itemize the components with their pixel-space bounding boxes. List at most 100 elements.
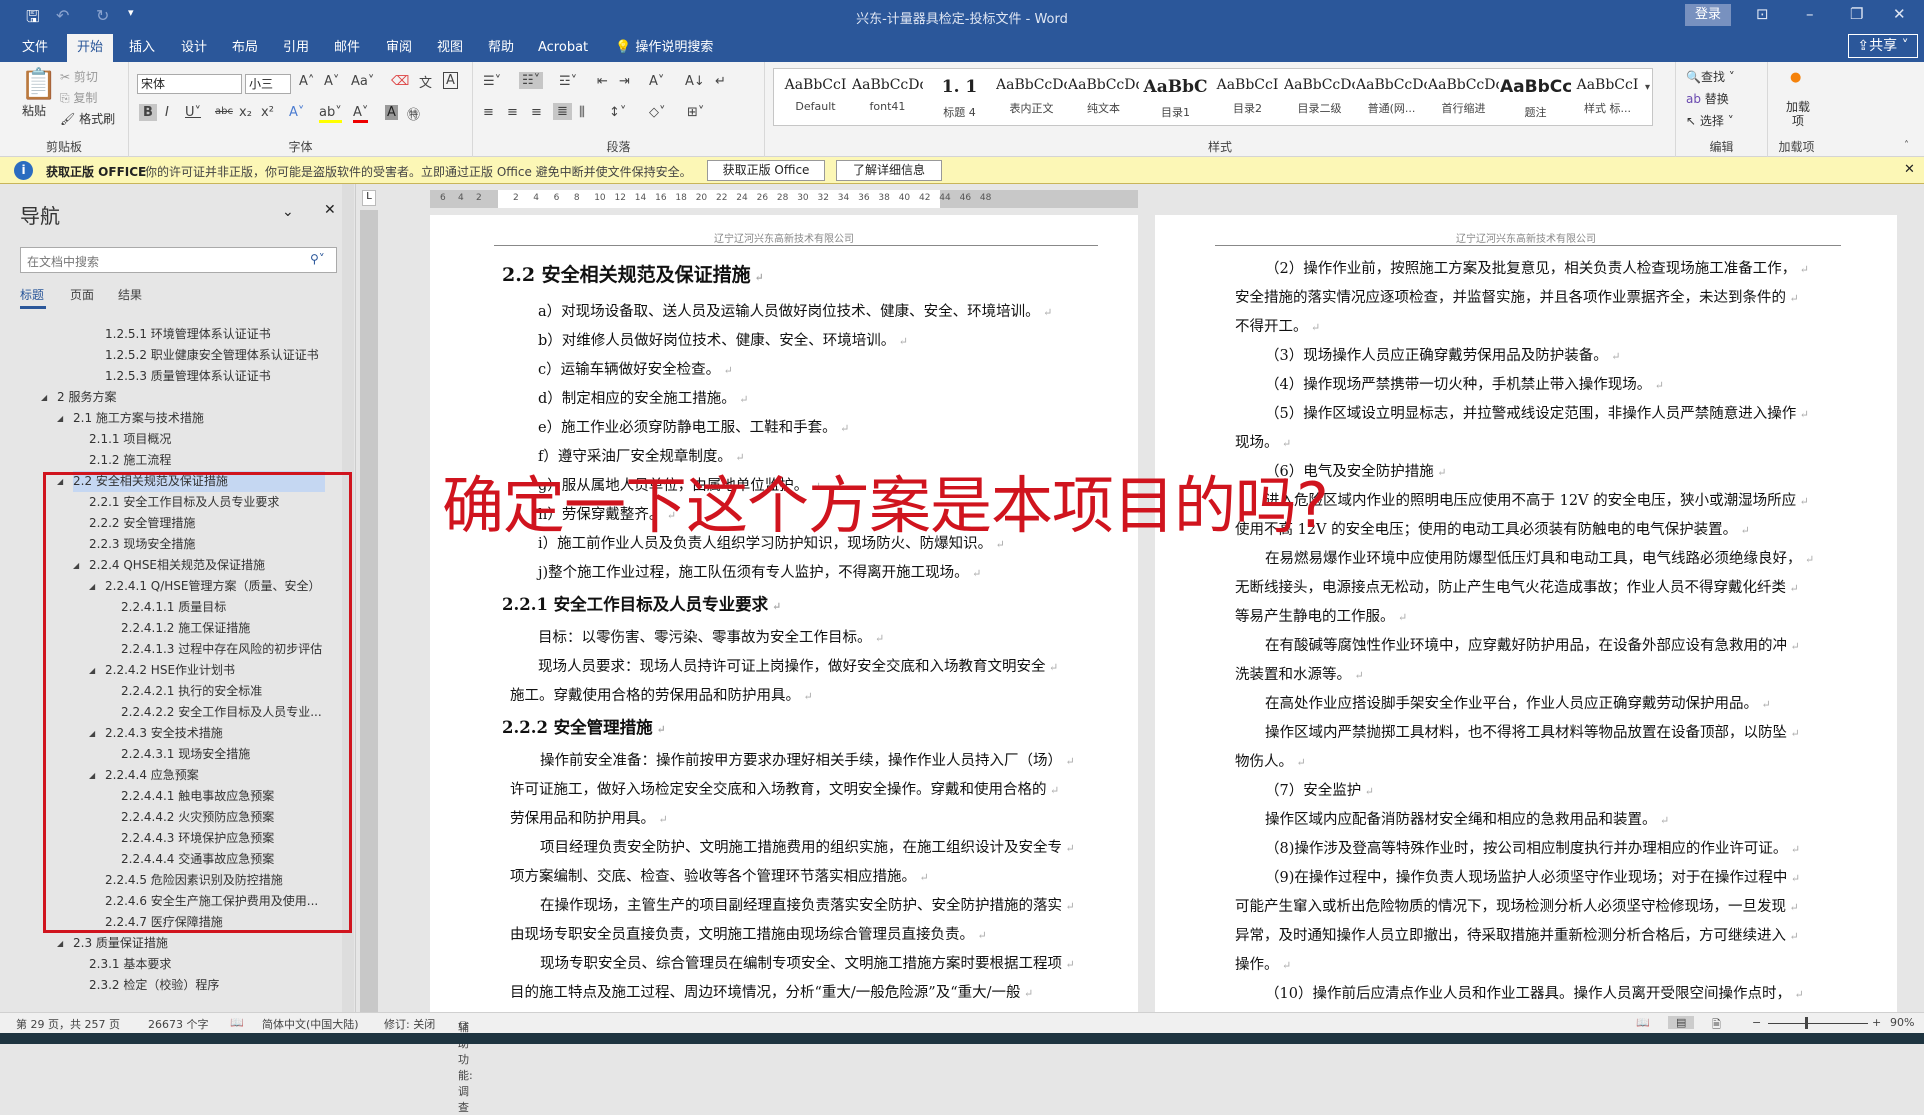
italic-icon[interactable]: I xyxy=(165,105,169,120)
tell-me-search[interactable]: 💡 操作说明搜索 xyxy=(605,34,723,62)
zoom-level[interactable]: 90% xyxy=(1890,1016,1914,1029)
expand-triangle-icon[interactable]: ◢ xyxy=(57,933,63,954)
phonetic-guide-icon[interactable]: 文 xyxy=(419,72,432,91)
style-item[interactable]: AaBbCcI Default xyxy=(780,69,851,125)
restore-icon[interactable]: ❐ xyxy=(1850,5,1863,23)
tab-view[interactable]: 视图 xyxy=(427,34,473,62)
char-border-icon[interactable]: A xyxy=(443,72,458,89)
zoom-out-icon[interactable]: − xyxy=(1752,1016,1761,1029)
nav-heading-item[interactable]: 2.3.1 基本要求 xyxy=(89,954,171,975)
text-effects-icon[interactable]: A˅ xyxy=(289,105,304,120)
style-item[interactable]: AaBbCcDdI 表内正文 xyxy=(996,69,1067,125)
document-scrollbar[interactable] xyxy=(1897,210,1924,1012)
clear-format-icon[interactable]: ⌫ xyxy=(391,74,409,89)
tab-insert[interactable]: 插入 xyxy=(119,34,165,62)
expand-triangle-icon[interactable]: ◢ xyxy=(41,387,47,408)
font-name-combo[interactable]: 宋体 xyxy=(137,74,242,94)
close-icon[interactable]: ✕ xyxy=(1893,5,1906,23)
tab-references[interactable]: 引用 xyxy=(273,34,319,62)
line-spacing-icon[interactable]: ↕˅ xyxy=(609,105,626,120)
tab-home[interactable]: 开始 xyxy=(67,34,114,62)
style-item[interactable]: AaBbCcDdI font41 xyxy=(852,69,923,125)
nav-close-icon[interactable]: ✕ xyxy=(324,202,336,218)
nav-heading-item[interactable]: ◢ 2 服务方案 xyxy=(41,387,116,408)
subscript-icon[interactable]: x₂ xyxy=(239,105,252,120)
tab-file[interactable]: 文件 xyxy=(12,34,58,62)
minimize-icon[interactable]: – xyxy=(1806,5,1814,23)
enclose-char-icon[interactable]: ㊕ xyxy=(407,104,420,123)
page-left-body[interactable]: 2.2 安全相关规范及保证措施 ↵ a）对现场设备取、送人员及运输人员做好岗位技术… xyxy=(502,255,1075,1012)
underline-icon[interactable]: U˅ xyxy=(185,105,201,120)
tab-layout[interactable]: 布局 xyxy=(222,34,268,62)
nav-tab-headings[interactable]: 标题 xyxy=(20,286,44,303)
share-button[interactable]: ⇪共享 ˅ xyxy=(1848,34,1918,58)
style-item[interactable]: AaBbCcI 样式 标... xyxy=(1572,69,1643,125)
nav-heading-item[interactable]: 2.1.2 施工流程 xyxy=(89,450,171,471)
addins-button[interactable]: 加载项 xyxy=(1784,100,1812,128)
style-item[interactable]: AaBbCcDc 首行缩进 xyxy=(1428,69,1499,125)
close-bar-icon[interactable]: ✕ xyxy=(1904,162,1915,177)
borders-icon[interactable]: ⊞˅ xyxy=(687,105,704,120)
tab-selector[interactable]: L xyxy=(362,190,376,206)
shading-icon[interactable]: ◇˅ xyxy=(649,105,666,120)
strikethrough-icon[interactable]: abc xyxy=(215,106,233,117)
nav-options-icon[interactable]: ⌄ xyxy=(282,204,294,220)
justify-icon[interactable]: ≣ xyxy=(553,103,572,120)
learn-more-button[interactable]: 了解详细信息 xyxy=(836,160,942,181)
show-marks-icon[interactable]: ↵ xyxy=(715,74,726,89)
style-item[interactable]: 1. 1 标题 4 xyxy=(924,69,995,125)
nav-heading-item[interactable]: 1.2.5.2 职业健康安全管理体系认证证书 xyxy=(105,345,319,366)
page-right-body[interactable]: （2）操作作业前，按照施工方案及批复意见，相关负责人检查现场施工准备工作， ↵ 安… xyxy=(1235,255,1814,1012)
paste-icon[interactable]: 📋 xyxy=(20,67,57,102)
select-button[interactable]: ↖ 选择 ˅ xyxy=(1686,112,1734,129)
copy-button[interactable]: ⎘ 复制 xyxy=(60,89,97,106)
style-item[interactable]: AaBbCcDc 目录二级 xyxy=(1284,69,1355,125)
word-count[interactable]: 26673 个字 xyxy=(148,1016,209,1032)
style-item[interactable]: AaBbCcDc 普通(网... xyxy=(1356,69,1427,125)
numbering-icon[interactable]: ☷˅ xyxy=(519,72,544,89)
align-left-icon[interactable]: ≡ xyxy=(483,105,494,120)
styles-more-icon[interactable]: ▾ xyxy=(1645,82,1650,93)
language[interactable]: 简体中文(中国大陆) xyxy=(262,1016,359,1032)
paste-button[interactable]: 粘贴 xyxy=(22,102,46,119)
grow-font-icon[interactable]: A˄ xyxy=(299,74,314,89)
style-item[interactable]: AaBbCc 题注 xyxy=(1500,69,1571,125)
distributed-icon[interactable]: ⫼ xyxy=(579,105,585,120)
tab-review[interactable]: 审阅 xyxy=(376,34,422,62)
zoom-in-icon[interactable]: + xyxy=(1872,1016,1881,1029)
sort-icon[interactable]: A↓ xyxy=(685,74,705,89)
print-layout-icon[interactable]: ▤ xyxy=(1668,1016,1695,1029)
cut-button[interactable]: ✂ 剪切 xyxy=(60,68,98,85)
format-painter-button[interactable]: 🖌 格式刷 xyxy=(60,110,115,127)
bullets-icon[interactable]: ☰˅ xyxy=(483,74,501,89)
style-item[interactable]: AaBbCcDdI 纯文本 xyxy=(1068,69,1139,125)
replace-button[interactable]: ab 替换 xyxy=(1686,90,1729,107)
align-right-icon[interactable]: ≡ xyxy=(531,105,542,120)
login-button[interactable]: 登录 xyxy=(1685,4,1731,26)
nav-heading-item[interactable]: 1.2.5.3 质量管理体系认证证书 xyxy=(105,366,271,387)
decrease-indent-icon[interactable]: ⇤ xyxy=(597,74,608,89)
get-genuine-button[interactable]: 获取正版 Office xyxy=(707,160,825,181)
font-color-icon[interactable]: A˅ xyxy=(353,105,369,123)
read-mode-icon[interactable]: 📖 xyxy=(1636,1016,1650,1029)
track-changes-status[interactable]: 修订: 关闭 xyxy=(384,1016,435,1032)
align-center-icon[interactable]: ≡ xyxy=(507,105,518,120)
find-button[interactable]: 🔍查找 ˅ xyxy=(1686,68,1735,85)
style-item[interactable]: AaBbCcI 目录2 xyxy=(1212,69,1283,125)
font-size-combo[interactable]: 小三 xyxy=(245,74,291,94)
zoom-slider[interactable] xyxy=(1768,1023,1868,1024)
proofing-icon[interactable]: 📖 xyxy=(230,1016,244,1029)
ribbon-display-icon[interactable]: ⊡ xyxy=(1756,5,1769,23)
nav-heading-item[interactable]: 1.2.5.1 环境管理体系认证证书 xyxy=(105,324,271,345)
shrink-font-icon[interactable]: A˅ xyxy=(324,74,339,89)
tab-mailings[interactable]: 邮件 xyxy=(324,34,370,62)
nav-heading-item[interactable]: 2.1.1 项目概况 xyxy=(89,429,171,450)
bold-icon[interactable]: B xyxy=(139,104,157,121)
zoom-slider-thumb[interactable] xyxy=(1805,1017,1808,1029)
horizontal-ruler[interactable]: 6 4 2 2 4 6 8 10 12 14 16 18 20 22 24 26 28 30 32 34 36 38 40 4… xyxy=(430,190,1138,208)
nav-heading-item[interactable]: ◢ 2.1 施工方案与技术措施 xyxy=(57,408,204,429)
expand-triangle-icon[interactable]: ◢ xyxy=(57,408,63,429)
search-icon[interactable]: ⚲˅ xyxy=(310,252,325,266)
vertical-ruler[interactable] xyxy=(360,210,378,1012)
nav-tab-pages[interactable]: 页面 xyxy=(70,286,94,303)
